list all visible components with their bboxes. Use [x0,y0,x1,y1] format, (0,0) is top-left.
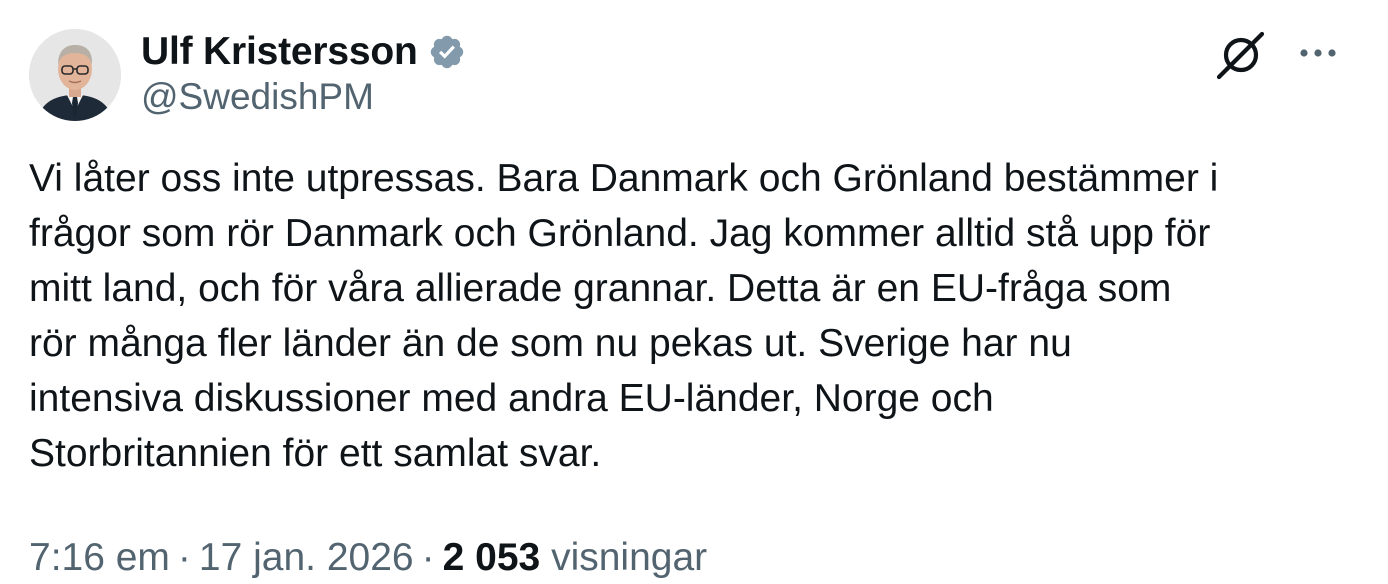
meta-separator: · [177,536,191,579]
grok-icon[interactable] [1214,28,1270,80]
meta-separator: · [421,536,435,579]
tweet-card: Ulf Kristersson @SwedishPM Vi låter oss … [0,0,1388,580]
author-handle[interactable]: @SwedishPM [141,76,374,118]
avatar-image [29,29,121,121]
views-count[interactable]: 2 053 [443,536,541,579]
display-name[interactable]: Ulf Kristersson [141,30,418,74]
tweet-text-line: rör många fler länder än de som nu pekas… [29,322,1072,365]
tweet-text-line: intensiva diskussioner med andra EU-länd… [29,377,994,420]
tweet-text-line: Vi låter oss inte utpressas. Bara Danmar… [29,157,1219,200]
more-options-icon[interactable] [1296,40,1340,66]
tweet-text-line: mitt land, och för våra allierade granna… [29,267,1172,310]
author-name-row: Ulf Kristersson [141,30,466,74]
tweet-time[interactable]: 7:16 em [29,536,170,579]
tweet-text-line: frågor som rör Danmark och Grönland. Jag… [29,212,1211,255]
tweet-text: Vi låter oss inte utpressas. Bara Danmar… [29,151,1369,481]
views-label: visningar [551,536,708,579]
verified-badge-icon[interactable] [428,33,466,71]
avatar[interactable] [29,29,121,121]
tweet-text-line: Storbritannien för ett samlat svar. [29,432,602,475]
tweet-meta: 7:16 em · 17 jan. 2026 · 2 053 visningar [29,532,707,584]
tweet-date[interactable]: 17 jan. 2026 [199,536,414,579]
